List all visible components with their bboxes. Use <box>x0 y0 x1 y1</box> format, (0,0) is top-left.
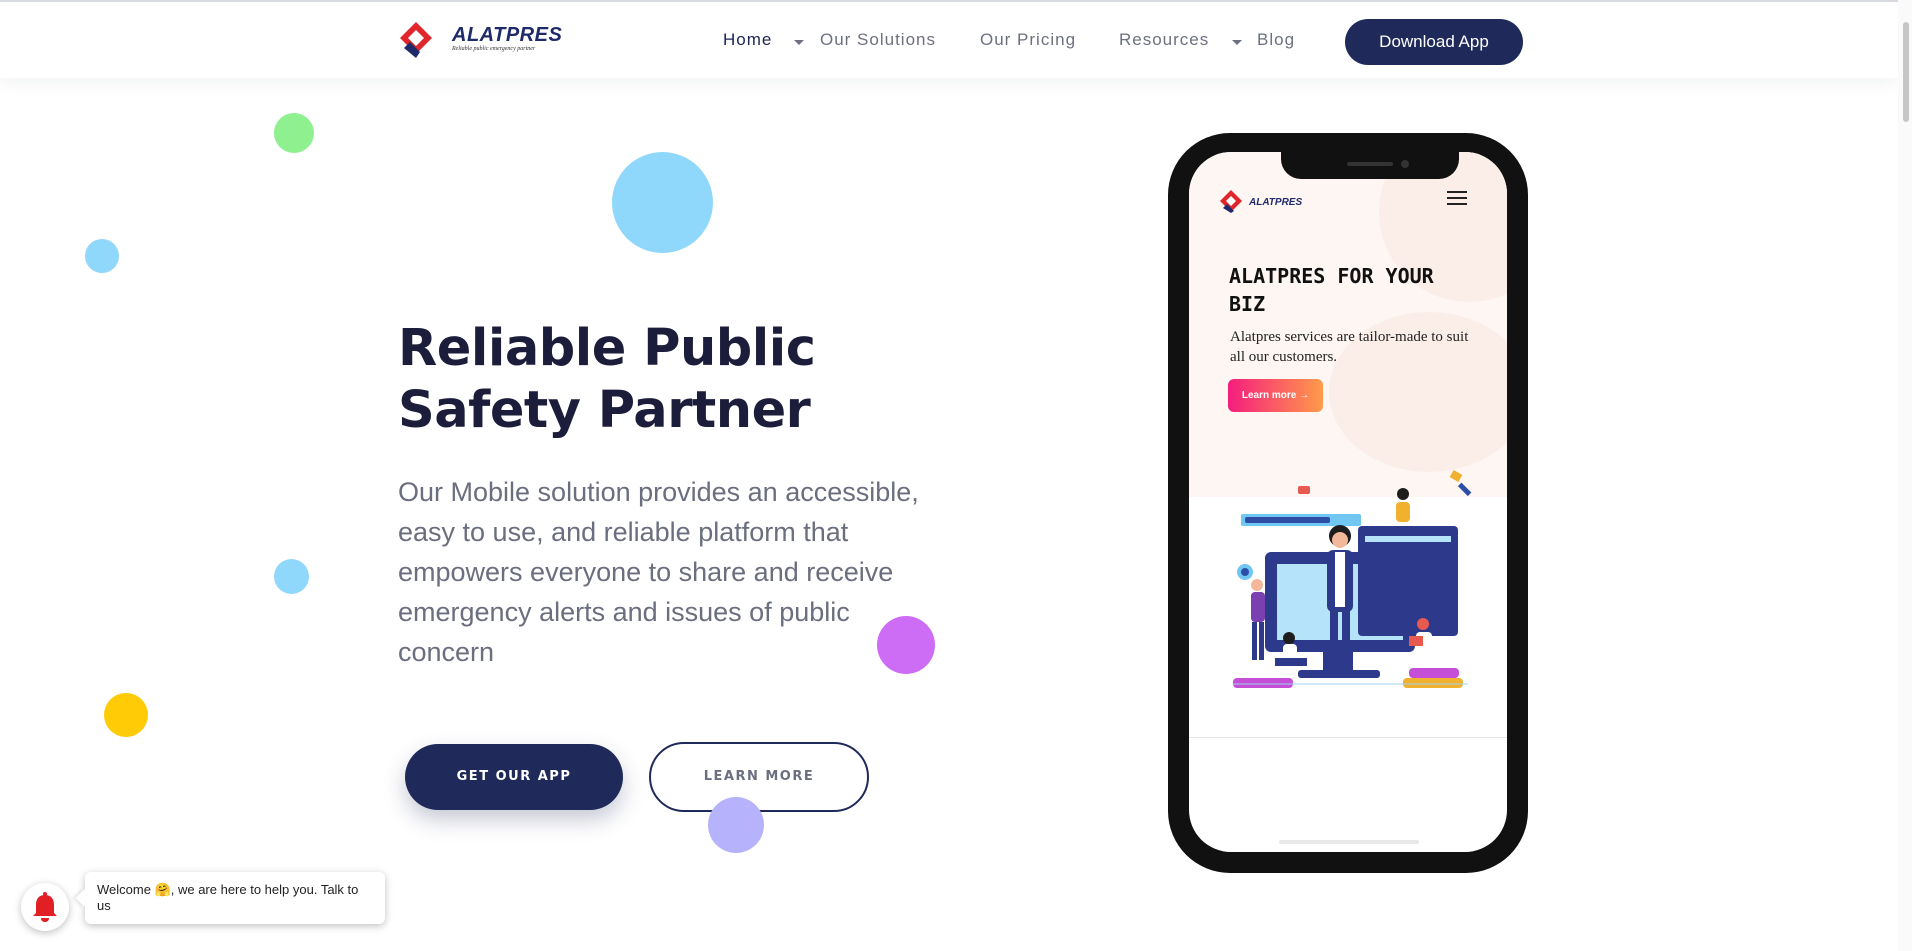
decor-circle-lavender <box>708 797 764 853</box>
decor-circle-yellow <box>104 693 148 737</box>
hero-title: Reliable Public Safety Partner <box>398 319 816 440</box>
phone-hero-title: ALATPRES FOR YOUR BIZ <box>1229 264 1434 316</box>
nav-our-pricing[interactable]: Our Pricing <box>980 30 1076 50</box>
phone-divider <box>1189 737 1507 738</box>
decor-circle-purple <box>877 616 935 674</box>
learn-more-button[interactable]: LEARN MORE <box>649 742 869 812</box>
decor-circle-green <box>274 113 314 153</box>
brand-name: ALATPRES <box>452 24 563 46</box>
nav-resources[interactable]: Resources <box>1119 30 1209 50</box>
phone-notch <box>1281 152 1459 179</box>
team-illustration-icon <box>1233 470 1472 688</box>
get-our-app-button[interactable]: GET OUR APP <box>405 744 623 810</box>
phone-home-indicator <box>1279 840 1419 844</box>
phone-speaker <box>1347 162 1393 166</box>
download-app-button[interactable]: Download App <box>1345 19 1523 65</box>
decor-circle-blue-large <box>612 152 713 253</box>
decor-circle-blue-small <box>85 239 119 273</box>
phone-mockup: ALATPRES ALATPRES FOR YOUR BIZ Alatpres … <box>1168 133 1528 873</box>
nav-blog[interactable]: Blog <box>1257 30 1295 50</box>
hamburger-menu-icon[interactable] <box>1447 191 1467 207</box>
nav-our-solutions[interactable]: Our Solutions <box>820 30 936 50</box>
phone-learn-more-button[interactable]: Learn more → <box>1228 379 1323 412</box>
chevron-down-icon[interactable] <box>1232 40 1242 45</box>
site-header: ALATPRES Reliable public emergency partn… <box>0 2 1898 78</box>
brand-tagline: Reliable public emergency partner <box>452 46 536 52</box>
chat-welcome-message[interactable]: Welcome 🤗, we are here to help you. Talk… <box>85 872 385 924</box>
hero-description: Our Mobile solution provides an accessib… <box>398 477 919 667</box>
nav-home[interactable]: Home <box>723 30 772 50</box>
scrollbar-thumb[interactable] <box>1903 22 1909 122</box>
bell-icon <box>33 892 57 922</box>
phone-brand-name: ALATPRES <box>1249 197 1303 208</box>
page-scrollbar[interactable] <box>1898 0 1912 951</box>
chat-launcher-button[interactable] <box>21 883 69 931</box>
phone-camera <box>1401 160 1409 168</box>
phone-brand-logo-icon <box>1220 190 1242 213</box>
chevron-down-icon[interactable] <box>794 40 804 45</box>
phone-hero-description: Alatpres services are tailor-made to sui… <box>1230 329 1469 365</box>
decor-circle-blue-mid <box>274 559 309 594</box>
phone-screen: ALATPRES ALATPRES FOR YOUR BIZ Alatpres … <box>1189 152 1507 852</box>
